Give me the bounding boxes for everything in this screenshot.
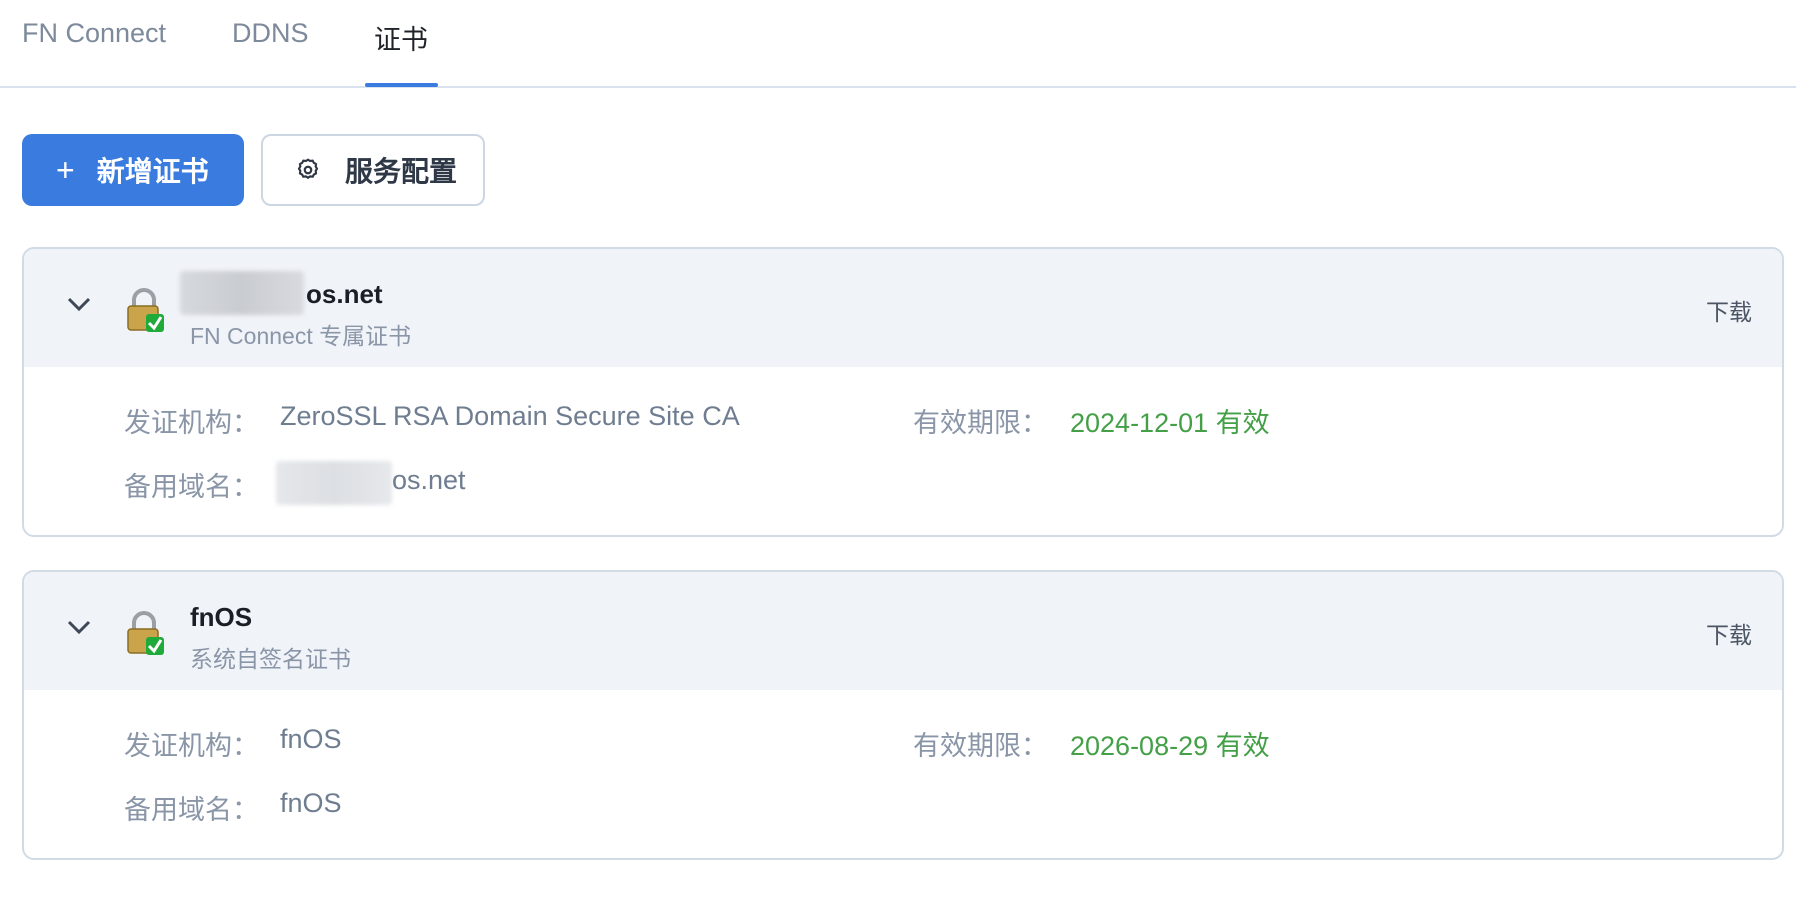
expiry-value: 2024-12-01 有效 xyxy=(1070,408,1270,438)
certificate-subtitle: FN Connect 专属证书 xyxy=(190,323,412,349)
redacted-domain-prefix xyxy=(180,271,304,315)
issuer-label: 发证机构： xyxy=(124,731,259,761)
certificate-card-header[interactable]: fnOS 系统自签名证书 下载 xyxy=(24,572,1782,690)
tab-bar: FN Connect DDNS 证书 xyxy=(0,0,1796,88)
add-certificate-button[interactable]: + 新增证书 xyxy=(22,134,244,206)
issuer-label: 发证机构： xyxy=(124,408,259,438)
expiry-label: 有效期限： xyxy=(913,731,1048,761)
lock-icon xyxy=(127,288,164,332)
issuer-value: fnOS xyxy=(280,724,342,754)
service-config-label: 服务配置 xyxy=(345,156,458,187)
redacted-alt-domain-prefix xyxy=(276,461,392,505)
service-config-button[interactable]: 服务配置 xyxy=(261,134,485,206)
certificate-card-header[interactable]: os.net FN Connect 专属证书 下载 xyxy=(24,249,1782,367)
alt-domain-value: fnOS xyxy=(280,788,342,818)
certificate-subtitle: 系统自签名证书 xyxy=(190,646,351,672)
active-tab-indicator xyxy=(365,83,438,87)
tab-certificates[interactable]: 证书 xyxy=(374,18,428,57)
chevron-down-icon[interactable] xyxy=(64,293,94,315)
certificate-card: fnOS 系统自签名证书 下载 发证机构： fnOS 有效期限： 2026-08… xyxy=(22,570,1784,860)
download-link[interactable]: 下载 xyxy=(1706,616,1752,650)
download-link[interactable]: 下载 xyxy=(1706,293,1752,327)
add-certificate-label: 新增证书 xyxy=(96,156,209,187)
alt-domain-value: os.net xyxy=(392,465,466,495)
certificate-title: fnOS xyxy=(190,602,253,632)
expiry-value: 2026-08-29 有效 xyxy=(1070,731,1270,761)
alt-domain-label: 备用域名： xyxy=(124,472,259,502)
tab-fn-connect[interactable]: FN Connect xyxy=(22,18,166,49)
tab-ddns[interactable]: DDNS xyxy=(232,18,309,49)
expiry-label: 有效期限： xyxy=(913,408,1048,438)
certificate-title: os.net xyxy=(306,279,383,309)
plus-icon: + xyxy=(56,152,75,188)
issuer-value: ZeroSSL RSA Domain Secure Site CA xyxy=(280,401,740,431)
lock-icon xyxy=(127,611,164,655)
gear-icon xyxy=(295,156,323,184)
alt-domain-label: 备用域名： xyxy=(124,795,259,825)
chevron-down-icon[interactable] xyxy=(64,616,94,638)
certificate-card: os.net FN Connect 专属证书 下载 发证机构： ZeroSSL … xyxy=(22,247,1784,537)
